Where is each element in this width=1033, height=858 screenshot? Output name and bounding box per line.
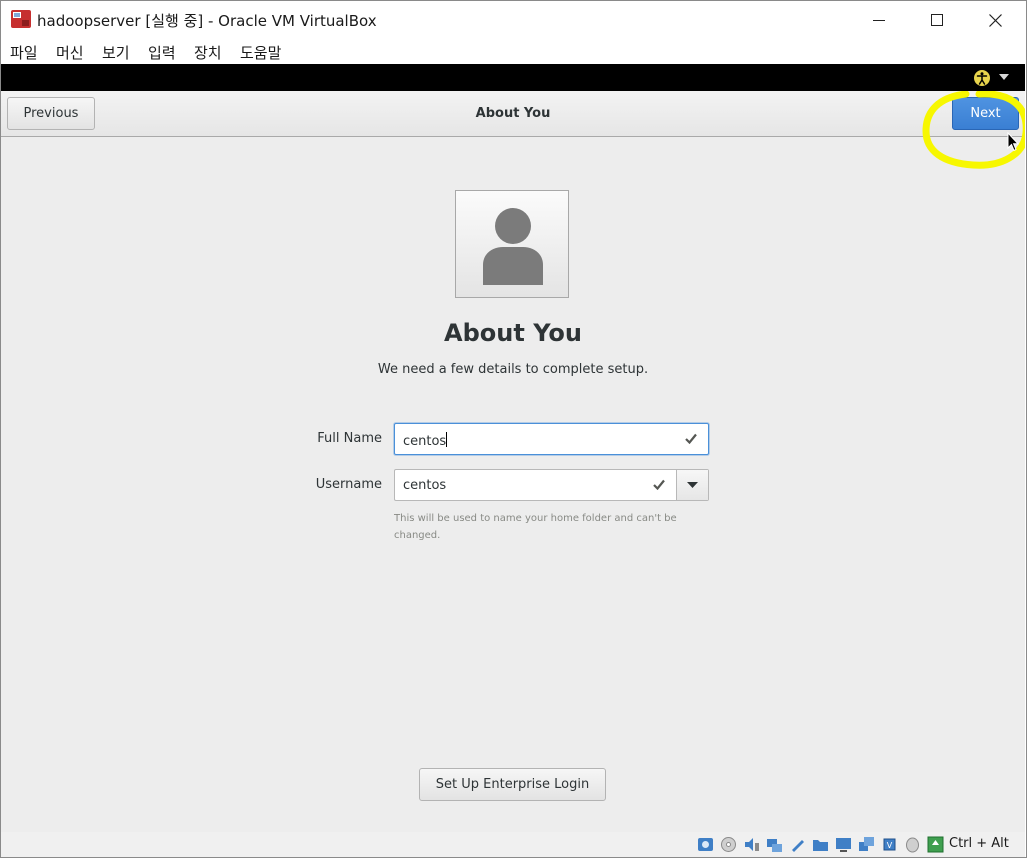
close-icon [988, 13, 1002, 27]
menu-file[interactable]: 파일 [10, 42, 38, 63]
network-icon[interactable] [766, 836, 783, 853]
video-capture-icon[interactable] [858, 836, 875, 853]
menu-help[interactable]: 도움말 [240, 42, 281, 63]
page-heading: About You [444, 319, 582, 347]
shared-folder-icon[interactable] [812, 836, 829, 853]
full-name-value: centos [403, 434, 447, 449]
maximize-button[interactable] [908, 1, 966, 39]
header-title: About You [475, 106, 551, 121]
keyboard-capture-icon[interactable] [927, 836, 944, 853]
next-button[interactable]: Next [952, 97, 1019, 130]
optical-drive-icon[interactable] [720, 836, 737, 853]
accessibility-icon[interactable] [973, 69, 991, 87]
title-bar: hadoopserver [실행 중] - Oracle VM VirtualB… [1, 1, 1026, 39]
full-name-field[interactable]: centos [394, 423, 709, 455]
menu-input[interactable]: 입력 [148, 42, 176, 63]
audio-icon[interactable] [743, 836, 760, 853]
guest-screen: Previous About You Next About You We nee… [1, 64, 1025, 832]
checkmark-icon [685, 433, 697, 444]
full-name-label: Full Name [317, 431, 382, 446]
username-dropdown-button[interactable] [676, 470, 708, 500]
mouse-integration-icon[interactable] [904, 836, 921, 853]
svg-text:V: V [887, 841, 893, 850]
close-button[interactable] [966, 1, 1024, 39]
enterprise-login-button[interactable]: Set Up Enterprise Login [419, 768, 606, 801]
vm-status-bar: V Ctrl + Alt [1, 832, 1025, 857]
username-value: centos [403, 478, 447, 493]
user-avatar-icon [483, 208, 543, 285]
gnome-top-bar [1, 64, 1025, 91]
setup-header: Previous About You Next [1, 91, 1025, 137]
username-hint: This will be used to name your home fold… [394, 513, 677, 541]
menu-devices[interactable]: 장치 [194, 42, 222, 63]
maximize-icon [931, 14, 943, 26]
window-title: hadoopserver [실행 중] - Oracle VM VirtualB… [37, 12, 377, 30]
minimize-icon [873, 20, 885, 21]
avatar-button[interactable] [455, 190, 569, 298]
text-caret [446, 432, 448, 447]
chevron-down-icon[interactable] [999, 74, 1009, 80]
menu-view[interactable]: 보기 [102, 42, 130, 63]
cpu-icon[interactable]: V [881, 836, 898, 853]
username-combobox[interactable]: centos [394, 469, 709, 501]
page-subheading: We need a few details to complete setup. [377, 362, 649, 377]
minimize-button[interactable] [850, 1, 908, 39]
checkmark-icon [653, 479, 665, 490]
menu-bar: 파일 머신 보기 입력 장치 도움말 [1, 39, 1026, 65]
dropdown-arrow-icon [687, 482, 698, 488]
virtualbox-app-icon [11, 10, 31, 28]
usb-icon[interactable] [789, 836, 806, 853]
hard-disk-icon[interactable] [697, 836, 714, 853]
display-icon[interactable] [835, 836, 852, 853]
menu-machine[interactable]: 머신 [56, 42, 84, 63]
username-label: Username [315, 477, 382, 492]
host-key-label: Ctrl + Alt [949, 836, 1009, 851]
